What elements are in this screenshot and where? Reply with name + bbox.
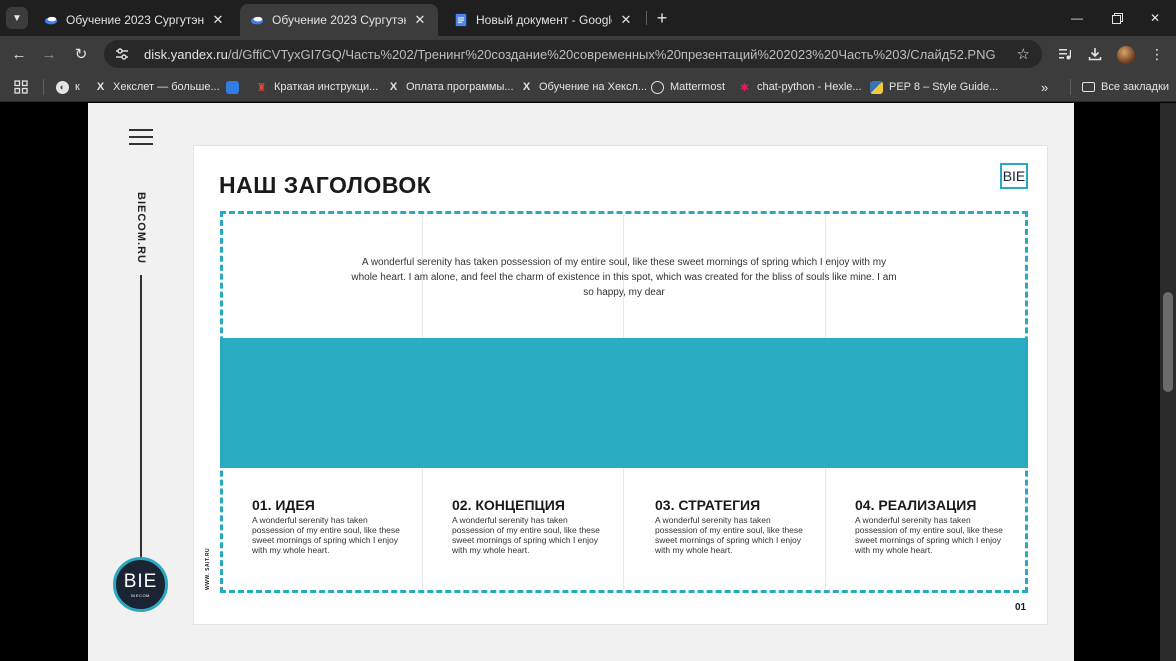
tab-2[interactable]: Новый документ - Google Док ✕: [444, 4, 644, 36]
back-icon[interactable]: ←: [8, 43, 30, 65]
browser-toolbar: ← → ↻ disk.yandex.ru/d/GffiCVTyxGI7GQ/Ча…: [0, 36, 1176, 72]
tab-title: Новый документ - Google Док: [476, 13, 612, 27]
bookmark-item[interactable]: Х Оплата программы...: [387, 78, 514, 96]
restore-icon[interactable]: [1105, 6, 1129, 30]
tab-1[interactable]: Обучение 2023 Сургутэнергос ✕: [240, 4, 438, 36]
media-controls-icon[interactable]: [1054, 43, 1076, 65]
more-bookmarks-icon[interactable]: »: [1041, 78, 1048, 96]
reload-icon[interactable]: ↻: [70, 43, 92, 65]
tab-strip: ▼ Обучение 2023 Сургутэнергос ✕ Обучение…: [0, 0, 1176, 36]
bookmark-label: к: [75, 81, 80, 93]
close-tab-icon[interactable]: ✕: [210, 12, 226, 28]
bie-round-logo: BIE BIECOM: [113, 557, 168, 612]
slide-logo: BIE: [1000, 163, 1028, 189]
bookmark-item[interactable]: [226, 78, 245, 96]
bookmarks-bar: ◐ к Х Хекслет — больше... ♜ Краткая инст…: [0, 72, 1176, 102]
bookmark-label: Mattermost: [670, 81, 726, 93]
globe-icon: ◐: [56, 80, 69, 94]
close-window-icon[interactable]: ✕: [1143, 6, 1167, 30]
hexlet-icon: Х: [96, 81, 105, 93]
bookmark-separator: [43, 79, 44, 95]
url-path: /d/GffiCVTyxGI7GQ/Часть%202/Тренинг%20со…: [227, 46, 996, 62]
new-tab-button[interactable]: +: [652, 8, 672, 28]
dashed-frame: [220, 211, 1028, 593]
mattermost-icon: [651, 80, 664, 94]
bookmark-item[interactable]: ♜ Краткая инструкци...: [255, 78, 379, 96]
page-number: 01: [1015, 602, 1027, 613]
google-docs-icon: [455, 13, 467, 27]
bookmark-item[interactable]: ◐ к: [56, 78, 80, 96]
hexlet-icon: Х: [522, 81, 531, 93]
vertical-divider: [140, 275, 142, 560]
scrollbar-thumb[interactable]: [1163, 292, 1173, 392]
all-bookmarks-label: Все закладки: [1101, 81, 1170, 93]
bookmark-label: Краткая инструкци...: [274, 81, 379, 93]
bookmark-label: PEP 8 – Style Guide...: [889, 81, 999, 93]
python-icon: [870, 80, 883, 94]
tab-separator: [646, 11, 647, 25]
hamburger-menu-icon: [129, 129, 153, 145]
minimize-icon[interactable]: —: [1065, 6, 1089, 30]
bookmark-label: Обучение на Хексл...: [539, 81, 648, 93]
profile-avatar[interactable]: [1117, 46, 1135, 64]
bookmark-label: Хекслет — больше...: [113, 81, 220, 93]
bank-icon: ♜: [256, 81, 267, 94]
tab-search-button[interactable]: ▼: [6, 7, 28, 29]
hexlet-icon: Х: [389, 81, 398, 93]
apps-grid-icon[interactable]: [14, 78, 28, 96]
yandex-disk-icon: [250, 16, 264, 25]
bookmark-item[interactable]: Х Хекслет — больше...: [94, 78, 220, 96]
bookmark-label: chat-python - Hexle...: [757, 81, 862, 93]
slack-icon: ✱: [739, 81, 750, 94]
bookmark-item[interactable]: ✱ chat-python - Hexle...: [738, 78, 862, 96]
logo-small-text: BIECOM: [131, 592, 150, 598]
close-tab-icon[interactable]: ✕: [618, 12, 634, 28]
tab-title: Обучение 2023 Сургутэнергос: [66, 13, 204, 27]
tab-title: Обучение 2023 Сургутэнергос: [272, 13, 406, 27]
all-bookmarks[interactable]: Все закладки: [1082, 78, 1169, 96]
forward-icon[interactable]: →: [38, 43, 60, 65]
vertical-site-label: BIECOM.RU: [135, 192, 147, 264]
bookmark-item[interactable]: Mattermost: [651, 78, 725, 96]
menu-kebab-icon[interactable]: ⋮: [1146, 43, 1168, 65]
bookmark-separator: [1070, 79, 1071, 95]
bookmark-star-icon[interactable]: ☆: [1017, 45, 1030, 63]
url-text[interactable]: disk.yandex.ru/d/GffiCVTyxGI7GQ/Часть%20…: [144, 47, 1004, 62]
folder-icon: [1082, 82, 1095, 92]
address-bar[interactable]: disk.yandex.ru/d/GffiCVTyxGI7GQ/Часть%20…: [104, 40, 1042, 68]
logo-big-text: BIE: [123, 570, 158, 592]
yandex-disk-icon: [44, 16, 58, 25]
url-host: disk.yandex.ru: [144, 46, 228, 62]
tab-0[interactable]: Обучение 2023 Сургутэнергос ✕: [34, 4, 236, 36]
close-tab-icon[interactable]: ✕: [412, 12, 428, 28]
downloads-icon[interactable]: [1084, 43, 1106, 65]
bookmark-label: Оплата программы...: [406, 81, 514, 93]
bookmark-item[interactable]: Х Обучение на Хексл...: [520, 78, 647, 96]
vertical-sait-label: WWW. SAIT.RU: [205, 547, 211, 591]
slide-title: НАШ ЗАГОЛОВОК: [219, 172, 432, 198]
site-info-icon[interactable]: [114, 46, 130, 62]
bookmark-item[interactable]: PEP 8 – Style Guide...: [870, 78, 998, 96]
chat-icon: [226, 80, 239, 94]
